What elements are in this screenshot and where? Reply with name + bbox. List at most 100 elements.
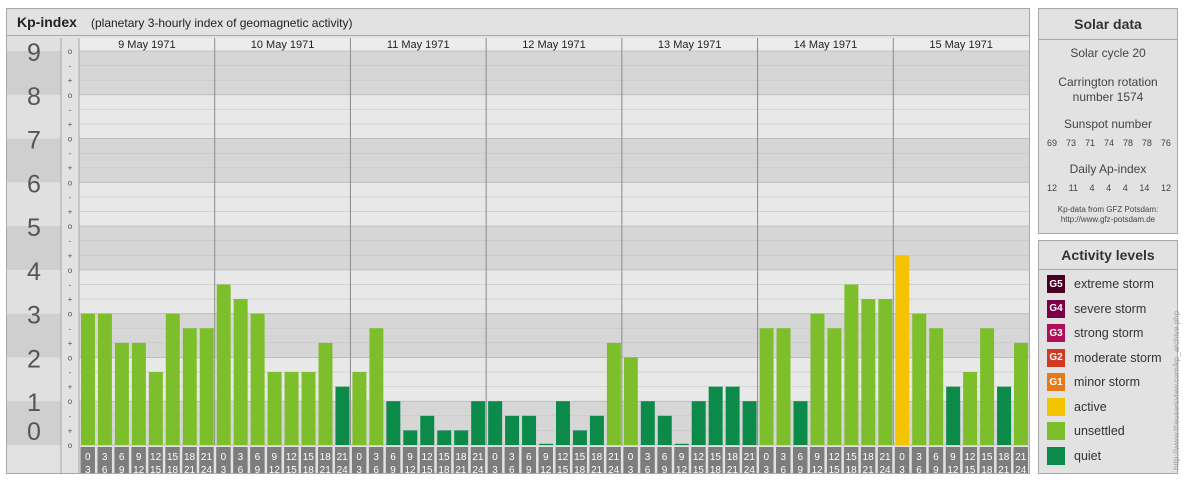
legend-swatch [1047,446,1065,465]
kp-bar [878,299,893,445]
kp-minor-tick-label: o [68,266,73,275]
interval-end-label: 12 [133,465,145,473]
interval-start-label: 18 [455,452,467,463]
kp-bar [301,372,316,445]
interval-end-label: 24 [1015,465,1027,473]
ap-index-values: 12 11 4 4 4 14 12 [1043,183,1175,193]
legend-swatch [1047,422,1065,440]
kp-bar-chart: 0123456789o+-o+-o+-o+-o+-o+-o+-o+-o+-o9 … [7,38,1029,473]
interval-start-label: 0 [628,452,634,463]
kp-minor-tick-label: - [69,193,72,202]
interval-start-label: 12 [286,452,298,463]
interval-start-label: 15 [438,452,450,463]
kp-minor-tick-label: o [68,441,73,450]
legend-label: moderate storm [1074,350,1162,365]
legend-swatch [1047,397,1065,416]
kp-bar [725,386,740,445]
kp-bar [199,328,214,445]
sunspot-value: 69 [1047,138,1058,148]
ap-index-title: Daily Ap-index [1069,162,1147,176]
interval-end-label: 12 [676,465,688,473]
kp-tick-label: 7 [27,127,41,155]
legend-item-quiet: quiet [1047,446,1101,466]
kp-minor-tick-label: + [68,164,73,173]
kp-minor-tick-label: o [68,178,73,187]
ap-value: 4 [1089,183,1095,193]
interval-end-label: 6 [645,465,651,473]
kp-bar [335,386,350,445]
kp-bar [606,342,621,445]
interval-end-label: 6 [238,465,244,473]
interval-end-label: 12 [540,465,552,473]
watermark-url: http://www.theusersview.com/kp_archive.p… [1172,310,1181,470]
kp-bar [759,328,774,445]
interval-start-label: 21 [1015,452,1027,463]
interval-end-label: 3 [221,465,227,473]
solar-data-title: Solar data [1074,16,1142,32]
kp-minor-tick-label: o [68,47,73,56]
interval-start-label: 3 [780,452,786,463]
kp-bar [420,415,435,445]
kp-bar [369,328,384,445]
legend-item-severe-storm: G4 severe storm [1047,299,1146,319]
interval-end-label: 6 [509,465,515,473]
kp-bar [454,430,469,445]
interval-start-label: 21 [337,452,349,463]
kp-bar [742,401,757,445]
kp-minor-tick-label: o [68,397,73,406]
interval-start-label: 9 [407,452,413,463]
interval-end-label: 12 [947,465,959,473]
interval-start-label: 9 [679,452,685,463]
kp-bar [386,401,401,445]
kp-bar [827,328,842,445]
interval-end-label: 9 [255,465,261,473]
interval-start-label: 18 [591,452,603,463]
kp-bar [674,443,689,445]
day-label: 14 May 1971 [794,39,858,51]
kp-bar [114,342,129,445]
legend-swatch: G2 [1047,348,1065,367]
kp-minor-tick-label: - [69,105,72,114]
kp-tick-label: 5 [27,214,41,242]
interval-end-label: 12 [269,465,281,473]
kp-tick-label: 4 [27,258,41,286]
solar-cycle: Solar cycle 20 [1070,46,1146,60]
kp-bar [997,386,1012,445]
kp-bar [776,328,791,445]
kp-minor-tick-label: - [69,62,72,71]
interval-start-label: 15 [303,452,315,463]
interval-start-label: 21 [879,452,891,463]
sunspot-value: 76 [1160,138,1171,148]
kp-bar [810,313,825,445]
interval-end-label: 24 [337,465,349,473]
kp-bar [556,401,570,445]
interval-end-label: 18 [167,465,179,473]
interval-start-label: 18 [863,452,875,463]
legend-item-unsettled: unsettled [1047,421,1125,441]
kp-bar [284,372,299,445]
interval-start-label: 12 [693,452,705,463]
interval-start-label: 12 [557,452,569,463]
interval-start-label: 0 [85,452,91,463]
interval-end-label: 3 [356,465,362,473]
interval-start-label: 9 [543,452,549,463]
kp-bar [861,299,876,445]
legend-label: unsettled [1074,424,1125,438]
interval-start-label: 21 [201,452,213,463]
interval-start-label: 0 [899,452,905,463]
interval-start-label: 12 [421,452,433,463]
day-label: 12 May 1971 [522,39,586,51]
kp-bar [946,386,961,445]
interval-end-label: 18 [981,465,993,473]
data-source-link[interactable]: http://www.gfz-potsdam.de [1039,215,1177,225]
kp-minor-tick-label: + [68,251,73,260]
kp-bar [131,342,146,445]
legend-item-moderate-storm: G2 moderate storm [1047,348,1162,368]
activity-levels-title: Activity levels [1061,247,1155,263]
kp-band [79,51,1029,95]
interval-end-label: 18 [438,465,450,473]
kp-tick-label: 2 [27,345,41,373]
kp-bar [522,415,537,445]
kp-bar [505,415,520,445]
interval-end-label: 15 [829,465,841,473]
